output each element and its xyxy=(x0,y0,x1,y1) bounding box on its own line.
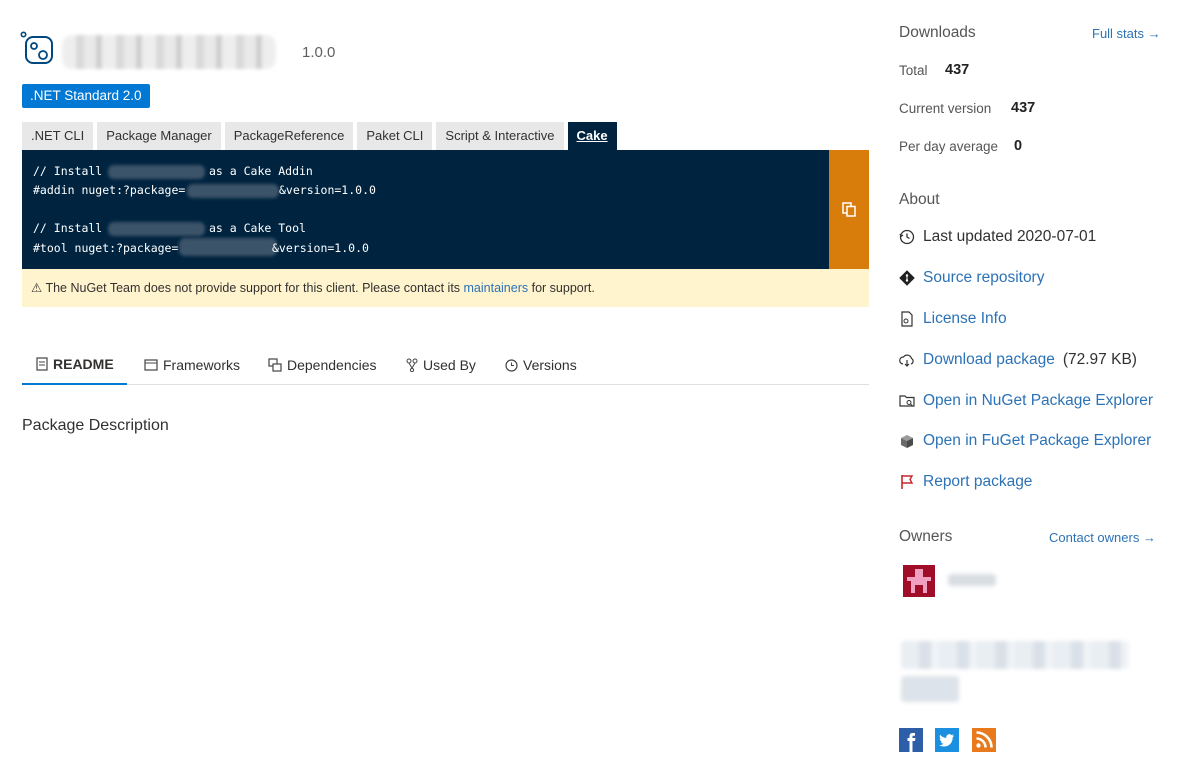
code-line-3: // Install xyxy=(33,221,110,235)
contact-owners-link[interactable]: Contact owners → xyxy=(1049,530,1156,545)
body-tabs: README Frameworks Dependencies Used By V… xyxy=(22,345,869,385)
code-line-4-end: &version=1.0.0 xyxy=(272,241,369,255)
current-version-value: 437 xyxy=(1011,100,1036,116)
rss-icon[interactable] xyxy=(972,728,996,752)
source-repository-row[interactable]: Source repository xyxy=(899,269,1044,287)
tab-dependencies-label: Dependencies xyxy=(287,357,377,373)
fuget-explorer-link[interactable]: Open in FuGet Package Explorer xyxy=(923,432,1151,450)
tab-package-manager[interactable]: Package Manager xyxy=(97,122,221,150)
maintainers-link[interactable]: maintainers xyxy=(464,281,529,295)
git-icon xyxy=(899,270,915,286)
code-line-1: // Install xyxy=(33,164,110,178)
last-updated: Last updated 2020-07-01 xyxy=(899,228,1096,246)
owner-avatar[interactable] xyxy=(903,565,935,597)
redacted-package-id xyxy=(187,184,279,198)
tab-readme[interactable]: README xyxy=(22,345,127,385)
per-day-label: Per day average xyxy=(899,139,999,154)
source-repository-link[interactable]: Source repository xyxy=(923,269,1044,287)
last-updated-text: Last updated 2020-07-01 xyxy=(923,228,1097,245)
total-value: 437 xyxy=(945,62,970,78)
cloud-download-icon xyxy=(899,354,914,367)
warning-text: The NuGet Team does not provide support … xyxy=(45,281,464,295)
about-title: About xyxy=(899,191,940,208)
install-code-block[interactable]: // Install as a Cake Addin #addin nuget:… xyxy=(22,150,829,269)
redacted-package-id xyxy=(108,165,205,179)
package-description: Package Description xyxy=(22,417,169,434)
dependencies-icon xyxy=(268,358,282,372)
nuget-explorer-row[interactable]: Open in NuGet Package Explorer xyxy=(899,392,1153,410)
nuget-explorer-link[interactable]: Open in NuGet Package Explorer xyxy=(923,392,1153,410)
package-icon xyxy=(20,31,54,65)
report-package-row[interactable]: Report package xyxy=(899,473,1032,491)
download-package-link[interactable]: Download package xyxy=(923,351,1055,369)
folder-search-icon xyxy=(899,395,915,407)
tab-versions-label: Versions xyxy=(523,357,577,373)
tags-redacted-2 xyxy=(901,676,959,702)
current-version-label: Current version xyxy=(899,101,992,116)
readme-icon xyxy=(36,357,48,371)
tab-script-interactive[interactable]: Script & Interactive xyxy=(436,122,564,150)
copy-icon xyxy=(842,202,856,217)
download-package-row[interactable]: Download package (72.97 KB) xyxy=(899,351,1137,369)
used-by-icon xyxy=(406,358,418,372)
report-package-link[interactable]: Report package xyxy=(923,473,1032,491)
tab-package-reference[interactable]: PackageReference xyxy=(224,122,354,150)
package-name-redacted xyxy=(62,35,276,69)
tab-dependencies[interactable]: Dependencies xyxy=(268,345,377,385)
framework-badge[interactable]: .NET Standard 2.0 xyxy=(22,84,150,108)
tab-frameworks[interactable]: Frameworks xyxy=(144,345,240,385)
code-line-2-end: &version=1.0.0 xyxy=(279,183,376,197)
downloads-title: Downloads xyxy=(899,24,976,41)
twitter-icon[interactable] xyxy=(935,728,959,752)
license-icon xyxy=(901,311,913,327)
tab-readme-label: README xyxy=(53,356,114,372)
tags-redacted xyxy=(901,641,1129,669)
tab-cake[interactable]: Cake xyxy=(567,122,617,150)
tab-versions[interactable]: Versions xyxy=(505,345,577,385)
tab-paket-cli[interactable]: Paket CLI xyxy=(357,122,433,150)
tab-used-by[interactable]: Used By xyxy=(406,345,476,385)
flag-icon xyxy=(901,475,914,489)
versions-icon xyxy=(505,358,518,372)
full-stats-link[interactable]: Full stats → xyxy=(1092,26,1161,41)
total-label: Total xyxy=(899,63,928,78)
tab-frameworks-label: Frameworks xyxy=(163,357,241,373)
redacted-package-id xyxy=(179,238,277,256)
owners-title: Owners xyxy=(899,528,953,545)
frameworks-icon xyxy=(144,359,158,371)
support-warning: ⚠ The NuGet Team does not provide suppor… xyxy=(22,269,869,307)
facebook-icon[interactable] xyxy=(899,728,923,752)
copy-button[interactable] xyxy=(829,150,869,269)
code-line-1-end: as a Cake Addin xyxy=(209,164,313,178)
install-tabs: .NET CLI Package Manager PackageReferenc… xyxy=(22,122,617,150)
license-info-row[interactable]: License Info xyxy=(899,310,1007,328)
license-info-link[interactable]: License Info xyxy=(923,310,1007,328)
fuget-explorer-row[interactable]: Open in FuGet Package Explorer xyxy=(899,432,1151,450)
download-size: (72.97 KB) xyxy=(1062,351,1137,368)
history-icon xyxy=(899,229,915,245)
code-line-2: #addin nuget:?package= xyxy=(33,183,186,197)
package-version: 1.0.0 xyxy=(302,44,336,61)
owner-name-redacted[interactable] xyxy=(948,574,996,586)
tab-used-by-label: Used By xyxy=(423,357,476,373)
code-line-4: #tool nuget:?package= xyxy=(33,241,179,255)
warning-text-end: for support. xyxy=(528,281,595,295)
code-line-3-end: as a Cake Tool xyxy=(209,221,306,235)
tab-dotnet-cli[interactable]: .NET CLI xyxy=(22,122,94,150)
cube-icon xyxy=(901,435,913,448)
redacted-package-id xyxy=(108,222,205,236)
per-day-value: 0 xyxy=(1014,138,1023,154)
warning-icon: ⚠ xyxy=(31,281,43,295)
